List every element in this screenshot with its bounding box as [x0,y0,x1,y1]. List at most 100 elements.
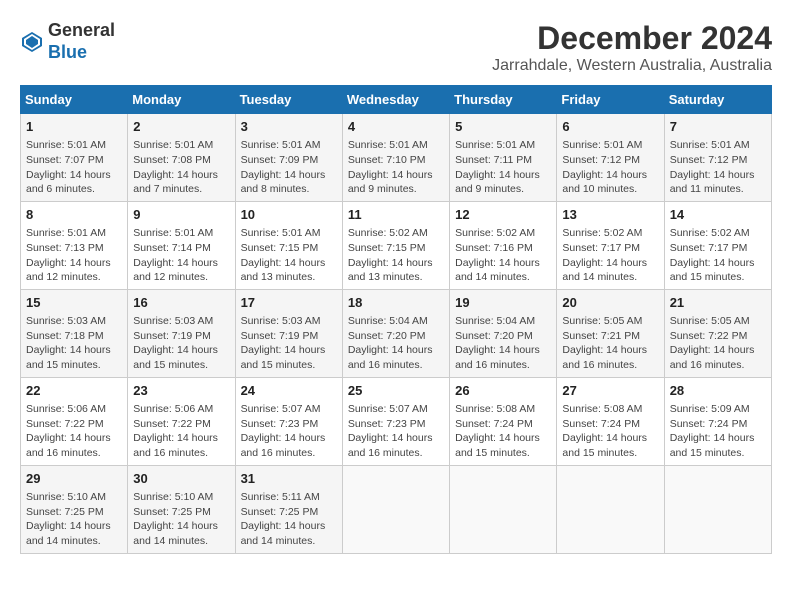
day-detail: Sunrise: 5:07 AMSunset: 7:23 PMDaylight:… [241,402,337,461]
day-detail: Sunrise: 5:08 AMSunset: 7:24 PMDaylight:… [562,402,658,461]
day-number: 30 [133,470,229,488]
calendar-body: 1 Sunrise: 5:01 AMSunset: 7:07 PMDaylight… [21,114,772,554]
day-number: 1 [26,118,122,136]
calendar-cell: 2 Sunrise: 5:01 AMSunset: 7:08 PMDaylight… [128,114,235,202]
logo: General Blue [20,20,115,63]
day-detail: Sunrise: 5:01 AMSunset: 7:07 PMDaylight:… [26,138,122,197]
day-number: 11 [348,206,444,224]
calendar-cell: 29 Sunrise: 5:10 AMSunset: 7:25 PMDayligh… [21,465,128,553]
day-detail: Sunrise: 5:05 AMSunset: 7:22 PMDaylight:… [670,314,766,373]
page-header: General Blue December 2024 Jarrahdale, W… [20,20,772,75]
day-number: 2 [133,118,229,136]
day-detail: Sunrise: 5:02 AMSunset: 7:15 PMDaylight:… [348,226,444,285]
calendar-cell: 16 Sunrise: 5:03 AMSunset: 7:19 PMDayligh… [128,289,235,377]
day-number: 26 [455,382,551,400]
day-number: 9 [133,206,229,224]
header-day-monday: Monday [128,86,235,114]
header-day-wednesday: Wednesday [342,86,449,114]
day-number: 12 [455,206,551,224]
day-detail: Sunrise: 5:01 AMSunset: 7:14 PMDaylight:… [133,226,229,285]
day-number: 22 [26,382,122,400]
title-section: December 2024 Jarrahdale, Western Austra… [492,20,772,75]
day-number: 8 [26,206,122,224]
calendar-cell [557,465,664,553]
calendar-cell: 15Sunrise: 5:03 AMSunset: 7:18 PMDayligh… [21,289,128,377]
day-number: 4 [348,118,444,136]
day-number: 19 [455,294,551,312]
day-detail: Sunrise: 5:02 AMSunset: 7:16 PMDaylight:… [455,226,551,285]
day-number: 17 [241,294,337,312]
calendar-week-4: 22 Sunrise: 5:06 AMSunset: 7:22 PMDayligh… [21,377,772,465]
calendar-cell: 8 Sunrise: 5:01 AMSunset: 7:13 PMDaylight… [21,201,128,289]
day-detail: Sunrise: 5:01 AMSunset: 7:11 PMDaylight:… [455,138,551,197]
calendar-week-5: 29 Sunrise: 5:10 AMSunset: 7:25 PMDayligh… [21,465,772,553]
day-detail: Sunrise: 5:01 AMSunset: 7:12 PMDaylight:… [562,138,658,197]
calendar-cell: 14Sunrise: 5:02 AMSunset: 7:17 PMDayligh… [664,201,771,289]
day-detail: Sunrise: 5:01 AMSunset: 7:08 PMDaylight:… [133,138,229,197]
calendar-cell: 9 Sunrise: 5:01 AMSunset: 7:14 PMDaylight… [128,201,235,289]
day-number: 21 [670,294,766,312]
day-number: 15 [26,294,122,312]
day-detail: Sunrise: 5:01 AMSunset: 7:12 PMDaylight:… [670,138,766,197]
calendar-cell [664,465,771,553]
day-number: 23 [133,382,229,400]
calendar-cell [342,465,449,553]
day-detail: Sunrise: 5:03 AMSunset: 7:19 PMDaylight:… [133,314,229,373]
calendar-cell: 13 Sunrise: 5:02 AMSunset: 7:17 PMDayligh… [557,201,664,289]
day-detail: Sunrise: 5:02 AMSunset: 7:17 PMDaylight:… [562,226,658,285]
day-detail: Sunrise: 5:07 AMSunset: 7:23 PMDaylight:… [348,402,444,461]
calendar-cell: 11 Sunrise: 5:02 AMSunset: 7:15 PMDayligh… [342,201,449,289]
calendar-subtitle: Jarrahdale, Western Australia, Australia [492,57,772,75]
calendar-cell: 17Sunrise: 5:03 AMSunset: 7:19 PMDayligh… [235,289,342,377]
calendar-cell: 25 Sunrise: 5:07 AMSunset: 7:23 PMDayligh… [342,377,449,465]
day-detail: Sunrise: 5:01 AMSunset: 7:13 PMDaylight:… [26,226,122,285]
day-number: 27 [562,382,658,400]
day-number: 10 [241,206,337,224]
day-number: 29 [26,470,122,488]
day-number: 18 [348,294,444,312]
day-number: 3 [241,118,337,136]
calendar-cell: 5 Sunrise: 5:01 AMSunset: 7:11 PMDaylight… [450,114,557,202]
calendar-cell: 22 Sunrise: 5:06 AMSunset: 7:22 PMDayligh… [21,377,128,465]
day-number: 14 [670,206,766,224]
day-detail: Sunrise: 5:04 AMSunset: 7:20 PMDaylight:… [348,314,444,373]
day-number: 5 [455,118,551,136]
logo-general: General [48,20,115,40]
calendar-header: SundayMondayTuesdayWednesdayThursdayFrid… [21,86,772,114]
calendar-cell [450,465,557,553]
day-detail: Sunrise: 5:06 AMSunset: 7:22 PMDaylight:… [26,402,122,461]
calendar-cell: 7Sunrise: 5:01 AMSunset: 7:12 PMDaylight… [664,114,771,202]
calendar-week-1: 1 Sunrise: 5:01 AMSunset: 7:07 PMDaylight… [21,114,772,202]
calendar-cell: 12 Sunrise: 5:02 AMSunset: 7:16 PMDayligh… [450,201,557,289]
calendar-week-2: 8 Sunrise: 5:01 AMSunset: 7:13 PMDaylight… [21,201,772,289]
calendar-cell: 28Sunrise: 5:09 AMSunset: 7:24 PMDayligh… [664,377,771,465]
day-detail: Sunrise: 5:10 AMSunset: 7:25 PMDaylight:… [26,490,122,549]
calendar-cell: 1 Sunrise: 5:01 AMSunset: 7:07 PMDaylight… [21,114,128,202]
day-number: 13 [562,206,658,224]
logo-blue: Blue [48,42,87,62]
day-detail: Sunrise: 5:01 AMSunset: 7:10 PMDaylight:… [348,138,444,197]
day-number: 6 [562,118,658,136]
header-day-sunday: Sunday [21,86,128,114]
day-number: 25 [348,382,444,400]
calendar-cell: 30 Sunrise: 5:10 AMSunset: 7:25 PMDayligh… [128,465,235,553]
day-detail: Sunrise: 5:09 AMSunset: 7:24 PMDaylight:… [670,402,766,461]
calendar-table: SundayMondayTuesdayWednesdayThursdayFrid… [20,85,772,554]
calendar-cell: 18 Sunrise: 5:04 AMSunset: 7:20 PMDayligh… [342,289,449,377]
header-row: SundayMondayTuesdayWednesdayThursdayFrid… [21,86,772,114]
day-detail: Sunrise: 5:05 AMSunset: 7:21 PMDaylight:… [562,314,658,373]
day-detail: Sunrise: 5:08 AMSunset: 7:24 PMDaylight:… [455,402,551,461]
calendar-cell: 21 Sunrise: 5:05 AMSunset: 7:22 PMDayligh… [664,289,771,377]
calendar-cell: 26 Sunrise: 5:08 AMSunset: 7:24 PMDayligh… [450,377,557,465]
day-number: 16 [133,294,229,312]
header-day-friday: Friday [557,86,664,114]
day-number: 31 [241,470,337,488]
calendar-title: December 2024 [492,20,772,57]
day-detail: Sunrise: 5:10 AMSunset: 7:25 PMDaylight:… [133,490,229,549]
day-detail: Sunrise: 5:06 AMSunset: 7:22 PMDaylight:… [133,402,229,461]
calendar-cell: 19Sunrise: 5:04 AMSunset: 7:20 PMDayligh… [450,289,557,377]
calendar-cell: 3Sunrise: 5:01 AMSunset: 7:09 PMDaylight… [235,114,342,202]
calendar-cell: 23 Sunrise: 5:06 AMSunset: 7:22 PMDayligh… [128,377,235,465]
calendar-cell: 24Sunrise: 5:07 AMSunset: 7:23 PMDayligh… [235,377,342,465]
logo-text: General Blue [48,20,115,63]
